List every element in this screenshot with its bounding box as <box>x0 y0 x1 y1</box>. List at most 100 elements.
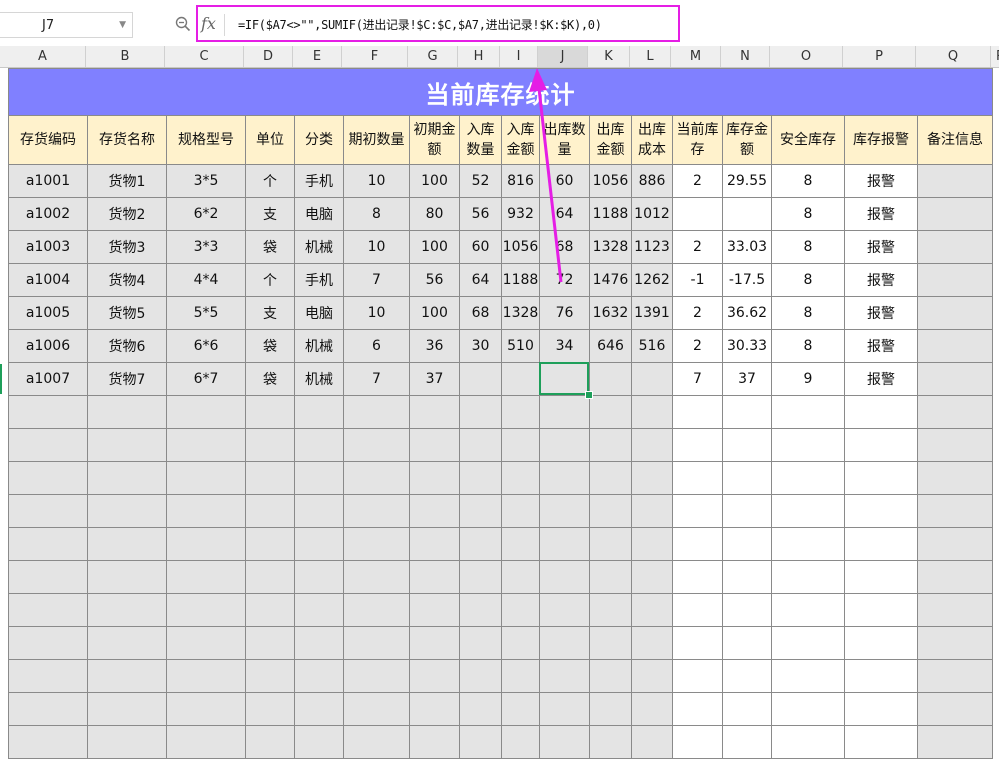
empty-cell[interactable] <box>87 560 167 594</box>
empty-cell[interactable] <box>166 692 246 726</box>
data-cell[interactable]: 8 <box>771 197 845 231</box>
data-cell[interactable]: 1012 <box>631 197 673 231</box>
data-cell[interactable]: 1328 <box>501 296 540 330</box>
data-cell[interactable]: 816 <box>501 164 540 198</box>
empty-cell[interactable] <box>844 527 918 561</box>
header-cell[interactable]: 单位 <box>245 115 295 165</box>
empty-cell[interactable] <box>589 593 632 627</box>
data-cell[interactable]: 76 <box>539 296 590 330</box>
data-cell[interactable]: -17.5 <box>722 263 772 297</box>
data-cell[interactable]: 个 <box>245 263 295 297</box>
empty-cell[interactable] <box>589 626 632 660</box>
column-header-j[interactable]: J <box>538 46 588 67</box>
data-cell[interactable]: 646 <box>589 329 632 363</box>
empty-cell[interactable] <box>917 692 993 726</box>
empty-cell[interactable] <box>409 692 460 726</box>
data-cell[interactable]: 36 <box>409 329 460 363</box>
empty-cell[interactable] <box>343 692 410 726</box>
empty-cell[interactable] <box>917 527 993 561</box>
empty-cell[interactable] <box>771 692 845 726</box>
data-cell[interactable]: 电脑 <box>294 197 344 231</box>
empty-cell[interactable] <box>294 692 344 726</box>
empty-cell[interactable] <box>722 560 772 594</box>
empty-cell[interactable] <box>672 494 723 528</box>
empty-cell[interactable] <box>501 395 540 429</box>
empty-cell[interactable] <box>459 494 502 528</box>
data-cell[interactable]: 932 <box>501 197 540 231</box>
data-cell[interactable] <box>917 197 993 231</box>
data-cell[interactable]: 6 <box>343 329 410 363</box>
empty-cell[interactable] <box>672 593 723 627</box>
empty-cell[interactable] <box>501 725 540 759</box>
empty-cell[interactable] <box>539 593 590 627</box>
data-cell[interactable]: 货物1 <box>87 164 167 198</box>
data-cell[interactable]: 7 <box>672 362 723 396</box>
data-cell[interactable] <box>459 362 502 396</box>
name-box[interactable]: J7 ▼ <box>0 12 133 38</box>
data-cell[interactable]: 33.03 <box>722 230 772 264</box>
data-cell[interactable]: 1391 <box>631 296 673 330</box>
empty-cell[interactable] <box>539 626 590 660</box>
data-cell[interactable]: 72 <box>539 263 590 297</box>
data-cell[interactable]: 7 <box>343 263 410 297</box>
empty-cell[interactable] <box>771 527 845 561</box>
data-cell[interactable]: 1262 <box>631 263 673 297</box>
data-cell[interactable]: 2 <box>672 230 723 264</box>
alarm-cell[interactable]: 报警 <box>844 329 918 363</box>
empty-cell[interactable] <box>631 395 673 429</box>
empty-cell[interactable] <box>917 428 993 462</box>
empty-cell[interactable] <box>87 494 167 528</box>
data-cell[interactable] <box>917 164 993 198</box>
empty-cell[interactable] <box>844 659 918 693</box>
header-cell[interactable]: 入库金额 <box>501 115 540 165</box>
data-cell[interactable]: 支 <box>245 197 295 231</box>
empty-cell[interactable] <box>672 395 723 429</box>
empty-cell[interactable] <box>539 560 590 594</box>
empty-cell[interactable] <box>87 593 167 627</box>
header-cell[interactable]: 库存报警 <box>844 115 918 165</box>
empty-cell[interactable] <box>87 527 167 561</box>
empty-cell[interactable] <box>672 659 723 693</box>
data-cell[interactable]: 52 <box>459 164 502 198</box>
empty-cell[interactable] <box>844 428 918 462</box>
empty-cell[interactable] <box>459 626 502 660</box>
empty-cell[interactable] <box>409 593 460 627</box>
data-cell[interactable]: 30 <box>459 329 502 363</box>
empty-cell[interactable] <box>87 428 167 462</box>
empty-cell[interactable] <box>459 395 502 429</box>
data-cell[interactable]: a1006 <box>8 329 88 363</box>
empty-cell[interactable] <box>501 527 540 561</box>
empty-cell[interactable] <box>722 395 772 429</box>
empty-cell[interactable] <box>166 527 246 561</box>
data-cell[interactable] <box>539 362 590 396</box>
empty-cell[interactable] <box>409 428 460 462</box>
data-cell[interactable]: a1007 <box>8 362 88 396</box>
empty-cell[interactable] <box>245 593 295 627</box>
data-cell[interactable]: 64 <box>539 197 590 231</box>
empty-cell[interactable] <box>409 527 460 561</box>
data-cell[interactable]: 6*2 <box>166 197 246 231</box>
data-cell[interactable]: a1005 <box>8 296 88 330</box>
alarm-cell[interactable]: 报警 <box>844 230 918 264</box>
alarm-cell[interactable]: 报警 <box>844 296 918 330</box>
data-cell[interactable] <box>672 197 723 231</box>
empty-cell[interactable] <box>459 659 502 693</box>
empty-cell[interactable] <box>245 560 295 594</box>
zoom-search-icon[interactable] <box>175 16 191 32</box>
empty-cell[interactable] <box>294 626 344 660</box>
empty-cell[interactable] <box>917 593 993 627</box>
empty-cell[interactable] <box>87 626 167 660</box>
empty-cell[interactable] <box>166 461 246 495</box>
empty-cell[interactable] <box>631 593 673 627</box>
empty-cell[interactable] <box>343 659 410 693</box>
empty-cell[interactable] <box>409 494 460 528</box>
column-header-p[interactable]: P <box>843 46 916 67</box>
data-cell[interactable]: 510 <box>501 329 540 363</box>
empty-cell[interactable] <box>589 395 632 429</box>
column-header-k[interactable]: K <box>588 46 630 67</box>
empty-cell[interactable] <box>8 428 88 462</box>
data-cell[interactable]: 7 <box>343 362 410 396</box>
empty-cell[interactable] <box>8 725 88 759</box>
data-cell[interactable]: 货物3 <box>87 230 167 264</box>
data-cell[interactable]: 56 <box>459 197 502 231</box>
